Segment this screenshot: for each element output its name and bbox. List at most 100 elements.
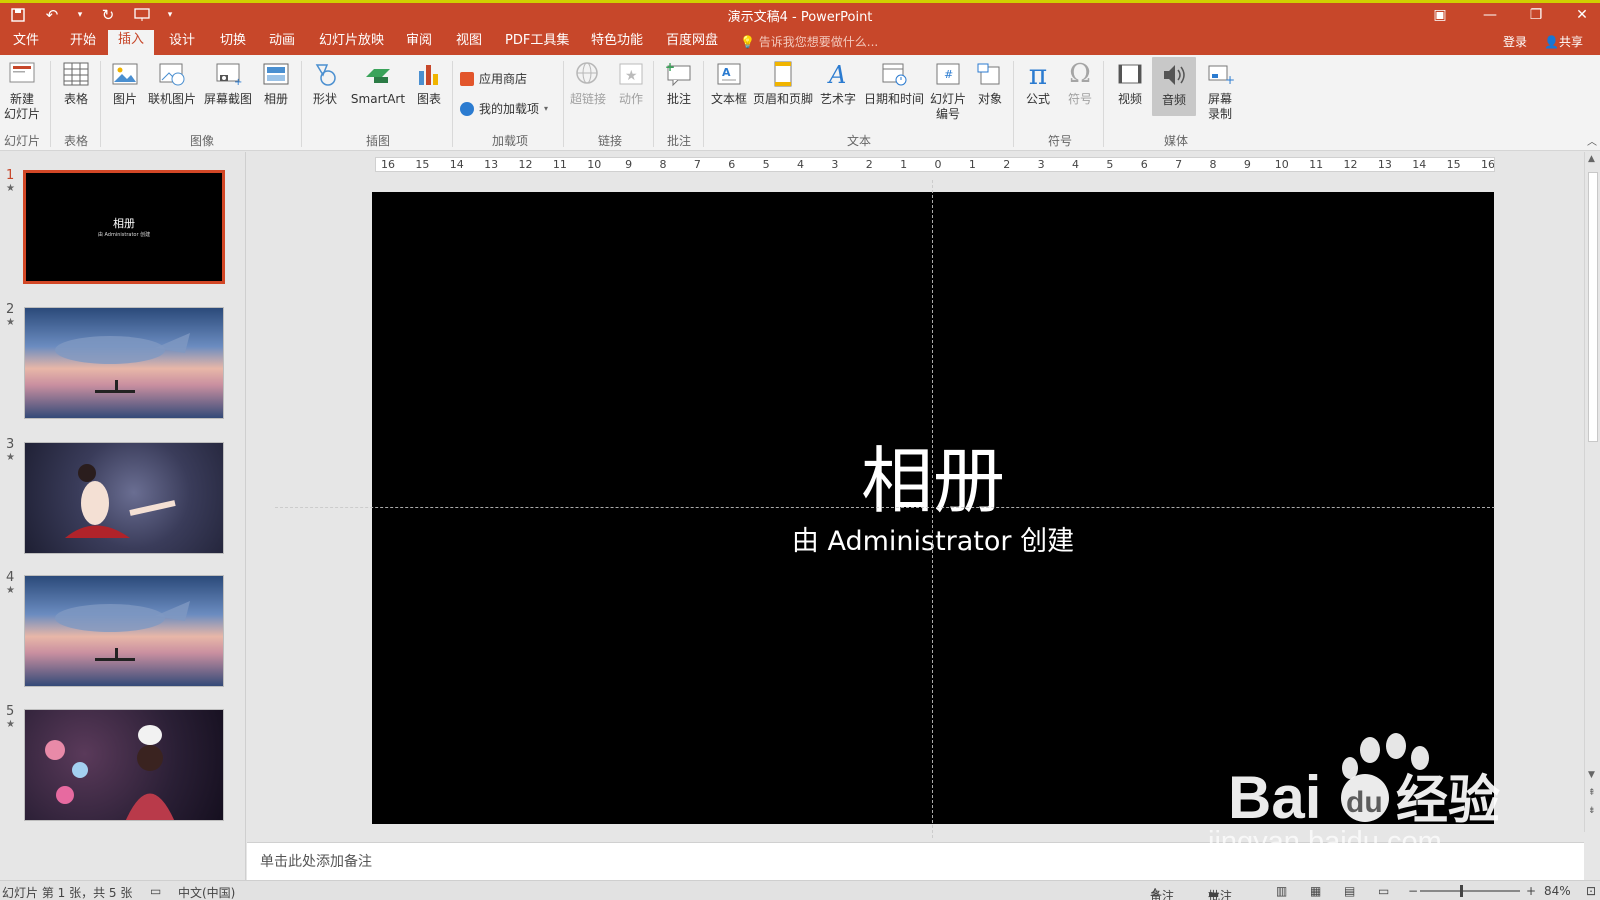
customize-qat-icon[interactable]: ▾ (164, 4, 176, 26)
audio-button[interactable]: 音频 (1152, 57, 1196, 116)
tab-baidu-netdisk[interactable]: 百度网盘 (664, 31, 720, 55)
maximize-button[interactable]: ❐ (1513, 3, 1559, 27)
notes-pane[interactable]: 单击此处添加备注 (247, 842, 1584, 880)
window-title: 演示文稿4 - PowerPoint (727, 10, 873, 25)
textbox-button[interactable]: A 文本框 (709, 58, 749, 107)
slide-thumbnail-3[interactable] (24, 442, 224, 554)
smartart-button[interactable]: SmartArt (348, 58, 408, 107)
tab-pdf-tools[interactable]: PDF工具集 (503, 31, 571, 55)
group-separator (653, 61, 654, 147)
ribbon-display-options-icon[interactable]: ▣ (1417, 3, 1463, 27)
ruler-tick-label: 9 (625, 158, 633, 171)
redo-icon[interactable]: ↻ (96, 4, 120, 26)
zoom-slider[interactable] (1420, 890, 1520, 892)
scrollbar-thumb[interactable] (1588, 172, 1598, 442)
dropdown-arrow-icon: ▾ (544, 104, 549, 113)
tab-file[interactable]: 文件 (11, 31, 41, 55)
group-label-symbols: 符号 (1047, 134, 1072, 148)
symbol-button[interactable]: Ω 符号 (1062, 58, 1098, 107)
close-button[interactable]: ✕ (1559, 3, 1600, 27)
chart-button[interactable]: 图表 (412, 58, 446, 107)
vertical-guide[interactable] (932, 180, 933, 838)
slide-thumbnail-4[interactable] (24, 575, 224, 687)
header-footer-button[interactable]: 页眉和页脚 (751, 58, 815, 107)
normal-view-icon[interactable]: ▥ (1276, 884, 1287, 898)
horizontal-guide[interactable] (275, 507, 1495, 508)
wordart-button[interactable]: A 艺术字 (818, 58, 858, 107)
slide-thumbnail-5[interactable] (24, 709, 224, 821)
slide-sorter-view-icon[interactable]: ▦ (1310, 884, 1321, 898)
video-button[interactable]: 视频 (1112, 58, 1148, 107)
slide-title[interactable]: 相册 (372, 422, 1494, 527)
current-slide[interactable]: 相册 由 Administrator 创建 (372, 192, 1494, 824)
scroll-down-icon[interactable]: ▼ (1588, 770, 1595, 780)
my-addins-button[interactable]: 我的加载项 ▾ (460, 100, 548, 117)
tab-animations[interactable]: 动画 (267, 31, 297, 55)
spellcheck-icon[interactable]: ▭ (150, 884, 161, 898)
group-label-slides: 幻灯片 (3, 134, 40, 148)
minimize-button[interactable]: — (1467, 3, 1513, 27)
svg-text:+: + (665, 61, 675, 74)
start-slideshow-icon[interactable] (130, 4, 154, 26)
tab-special-features[interactable]: 特色功能 (589, 31, 645, 55)
action-button[interactable]: ★ 动作 (614, 58, 648, 107)
shape-button[interactable]: 形状 (308, 58, 342, 107)
slide-subtitle[interactable]: 由 Administrator 创建 (372, 519, 1494, 558)
tab-insert[interactable]: 插入 (108, 30, 155, 55)
slide-thumbnail-2[interactable] (24, 307, 224, 419)
hyperlink-button[interactable]: 超链接 (568, 58, 608, 107)
vertical-scrollbar[interactable]: ▲ ▼ ⇞ ⇟ (1584, 152, 1600, 832)
transition-star-icon: ★ (6, 183, 15, 194)
tell-me-search[interactable]: 💡 告诉我您想要做什么... (740, 33, 878, 50)
tab-view[interactable]: 视图 (454, 31, 484, 55)
tab-design[interactable]: 设计 (167, 31, 197, 55)
transition-star-icon: ★ (6, 585, 15, 596)
comment-button[interactable]: + 批注 (661, 58, 697, 107)
undo-dropdown-icon[interactable]: ▾ (74, 4, 86, 26)
table-button[interactable]: 表格 (58, 58, 94, 107)
slide-number-button[interactable]: # 幻灯片 编号 (928, 58, 968, 122)
collapse-ribbon-icon[interactable]: ︿ (1587, 133, 1597, 148)
online-picture-button[interactable]: 联机图片 (146, 58, 198, 107)
undo-icon[interactable]: ↶ (40, 4, 64, 26)
group-label-addins: 加载项 (491, 134, 528, 148)
zoom-out-icon[interactable]: − (1408, 884, 1418, 898)
reading-view-icon[interactable]: ▤ (1344, 884, 1355, 898)
ruler-tick-label: 14 (449, 158, 464, 171)
tab-slideshow[interactable]: 幻灯片放映 (317, 31, 386, 55)
zoom-level[interactable]: 84% (1544, 884, 1571, 898)
scroll-up-icon[interactable]: ▲ (1588, 154, 1595, 164)
slide-thumbnail-1[interactable]: 相册 由 Administrator 创建 (23, 170, 225, 284)
wordart-icon: A (823, 58, 853, 90)
datetime-button[interactable]: 日期和时间 (862, 58, 926, 107)
object-button[interactable]: 对象 (972, 58, 1008, 107)
new-slide-button[interactable]: 新建 幻灯片 (2, 58, 42, 122)
tab-home[interactable]: 开始 (68, 31, 98, 55)
previous-slide-icon[interactable]: ⇞ (1588, 788, 1596, 798)
app-store-button[interactable]: 应用商店 (460, 70, 527, 87)
fit-slide-icon[interactable]: ⊡ (1586, 884, 1596, 898)
next-slide-icon[interactable]: ⇟ (1588, 806, 1596, 816)
group-separator (50, 61, 51, 147)
ruler-tick-label: 11 (552, 158, 567, 171)
slideshow-view-icon[interactable]: ▭ (1378, 884, 1389, 898)
ruler-tick-label: 1 (968, 158, 976, 171)
zoom-in-icon[interactable]: + (1526, 884, 1536, 898)
screen-record-button[interactable]: + 屏幕 录制 (1202, 58, 1238, 122)
screenshot-button[interactable]: + 屏幕截图 (202, 58, 254, 107)
picture-button[interactable]: 图片 (107, 58, 143, 107)
group-label-comments: 批注 (666, 134, 691, 148)
language-indicator[interactable]: 中文(中国) (178, 884, 235, 900)
zoom-slider-thumb[interactable] (1460, 885, 1463, 897)
album-button[interactable]: 相册 (258, 58, 294, 107)
ruler-tick-label: 14 (1412, 158, 1427, 171)
lightbulb-icon: 💡 (740, 35, 755, 49)
tab-review[interactable]: 审阅 (404, 31, 434, 55)
login-link[interactable]: 登录 (1503, 33, 1527, 50)
share-button[interactable]: 👤共享 (1544, 33, 1583, 50)
equation-button[interactable]: π 公式 (1020, 58, 1056, 107)
save-icon[interactable] (6, 4, 30, 26)
tab-transitions[interactable]: 切换 (218, 31, 248, 55)
quick-access-toolbar: ↶ ▾ ↻ ▾ (6, 4, 176, 26)
store-icon (460, 71, 474, 86)
